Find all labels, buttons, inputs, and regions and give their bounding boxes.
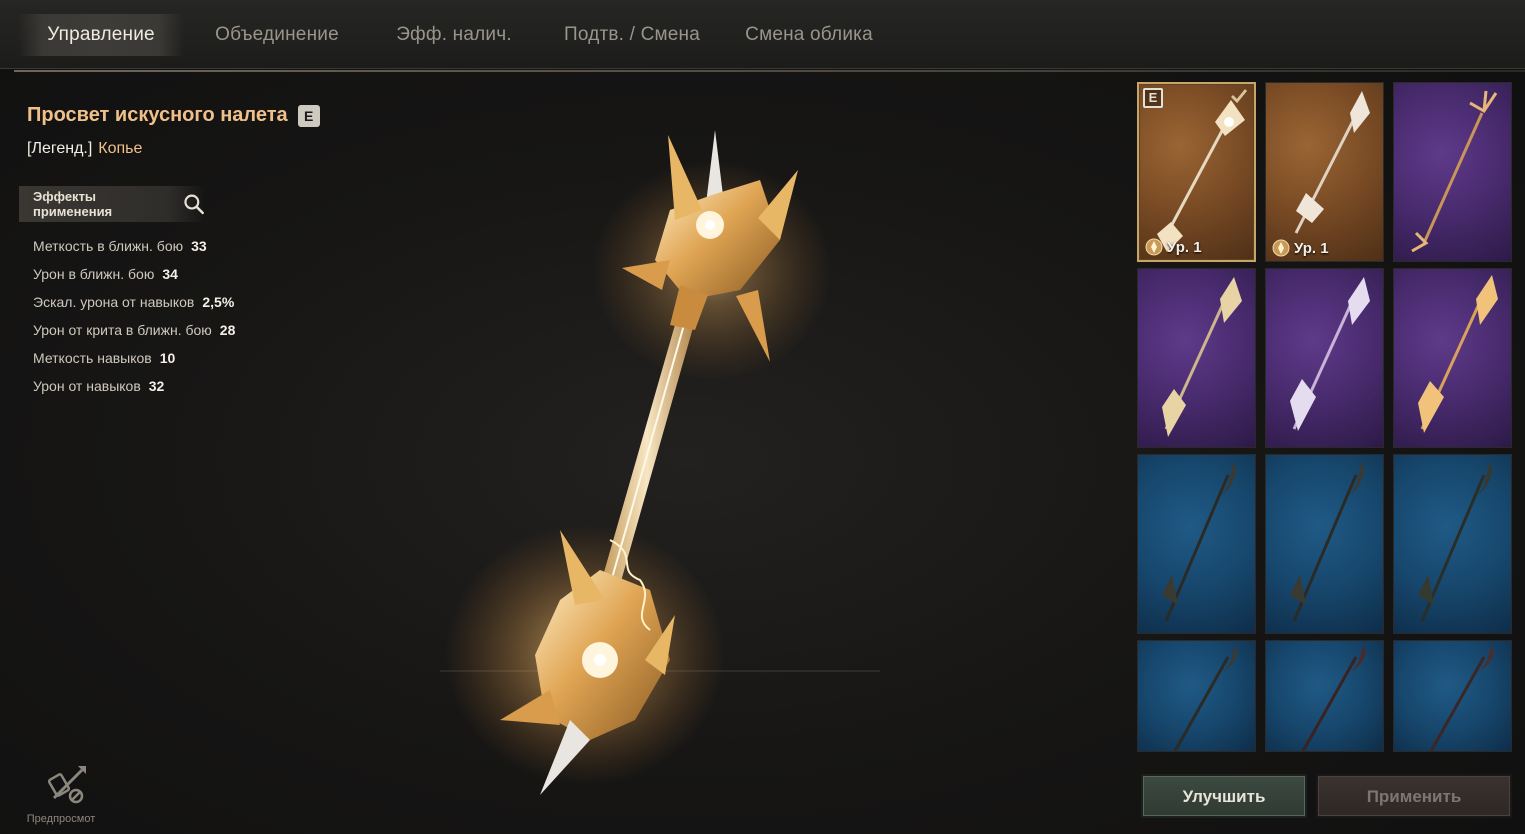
tab-management[interactable]: Управление xyxy=(18,14,184,56)
inventory-slot[interactable] xyxy=(1137,640,1256,752)
stat-label: Урон в ближн. бою xyxy=(33,266,155,282)
tab-merge[interactable]: Объединение xyxy=(196,14,358,56)
stat-label: Урон от крита в ближн. бою xyxy=(33,322,212,338)
trident-icon xyxy=(1411,90,1498,253)
preview-button[interactable]: Предпросмот xyxy=(27,762,103,825)
stat-value: 32 xyxy=(148,378,165,394)
spear-icon xyxy=(1418,275,1498,433)
halberd-icon xyxy=(1429,645,1494,751)
inventory-slot[interactable] xyxy=(1137,454,1256,634)
weapon-preview-image xyxy=(440,130,880,795)
stat-value: 33 xyxy=(191,238,207,254)
apply-button[interactable]: Применить xyxy=(1316,774,1512,818)
stat-row: Меткость в ближн. бою 33 xyxy=(33,236,235,264)
stat-value: 2,5% xyxy=(202,294,235,310)
halberd-icon xyxy=(1162,461,1236,622)
inventory-slot[interactable] xyxy=(1137,268,1256,448)
item-subtitle: [Легенд.] Копье xyxy=(27,140,142,158)
tab-possession-effects[interactable]: Эфф. налич. xyxy=(372,14,536,56)
slot-level-text: Ур. 1 xyxy=(1167,238,1202,256)
inventory-grid: E Ур. 1 Ур. 1 xyxy=(1137,82,1513,754)
stat-row: Меткость навыков 10 xyxy=(33,348,235,376)
slot-level: Ур. 1 xyxy=(1145,238,1202,256)
inventory-slot[interactable] xyxy=(1393,454,1512,634)
inventory-slot[interactable]: Ур. 1 xyxy=(1265,82,1384,262)
item-title: Просвет искусного налета E xyxy=(27,104,320,127)
spear-icon xyxy=(1294,91,1370,234)
stat-label: Эскал. урона от навыков xyxy=(33,294,195,310)
level-emblem-icon xyxy=(1145,238,1163,256)
stat-row: Урон от навыков 32 xyxy=(33,376,235,404)
slot-level: Ур. 1 xyxy=(1272,239,1329,257)
halberd-icon xyxy=(1173,645,1238,751)
tab-appearance-change[interactable]: Смена облика xyxy=(726,14,892,56)
inventory-slot[interactable]: E Ур. 1 xyxy=(1137,82,1256,262)
stat-value: 28 xyxy=(219,322,236,338)
stat-row: Урон от крита в ближн. бою 28 xyxy=(33,320,235,348)
item-type: Копье xyxy=(98,140,143,157)
stat-label: Меткость в ближн. бою xyxy=(33,238,184,254)
tab-bar: Управление Объединение Эфф. налич. Подтв… xyxy=(0,0,1525,72)
preview-label: Предпросмот xyxy=(26,813,96,825)
halberd-icon xyxy=(1290,461,1364,622)
spear-icon xyxy=(1157,100,1245,252)
item-name: Просвет искусного налета xyxy=(27,104,288,126)
inventory-slot[interactable] xyxy=(1393,268,1512,448)
stat-row: Урон в ближн. бою 34 xyxy=(33,264,235,292)
stat-row: Эскал. урона от навыков 2,5% xyxy=(33,292,235,320)
item-rarity: [Легенд.] xyxy=(27,140,93,157)
stats-list: Меткость в ближн. бою 33 Урон в ближн. бо… xyxy=(33,236,235,404)
stat-label: Меткость навыков xyxy=(33,350,152,366)
spear-icon xyxy=(1290,277,1370,431)
stat-label: Урон от навыков xyxy=(33,378,141,394)
halberd-icon xyxy=(1301,645,1366,751)
inventory-slot[interactable] xyxy=(1393,640,1512,752)
equipped-badge: E xyxy=(297,104,320,127)
effects-button-label: Эффекты применения xyxy=(33,189,113,219)
spear-icon xyxy=(1162,277,1242,437)
stat-value: 34 xyxy=(162,266,178,282)
tab-confirm-change[interactable]: Подтв. / Смена xyxy=(548,14,716,56)
slot-level-text: Ур. 1 xyxy=(1294,239,1329,257)
halberd-icon xyxy=(1418,461,1492,622)
upgrade-button[interactable]: Улучшить xyxy=(1141,774,1307,818)
inventory-slot[interactable] xyxy=(1393,82,1512,262)
equipped-badge: E xyxy=(1143,88,1163,108)
search-icon xyxy=(184,194,205,215)
inventory-slot[interactable] xyxy=(1265,268,1384,448)
check-icon xyxy=(1231,89,1248,104)
inventory-slot[interactable] xyxy=(1265,454,1384,634)
inventory-slot[interactable] xyxy=(1265,640,1384,752)
preview-icon xyxy=(47,766,86,804)
level-emblem-icon xyxy=(1272,239,1290,257)
stat-value: 10 xyxy=(159,350,176,366)
effects-button[interactable]: Эффекты применения xyxy=(19,186,205,222)
